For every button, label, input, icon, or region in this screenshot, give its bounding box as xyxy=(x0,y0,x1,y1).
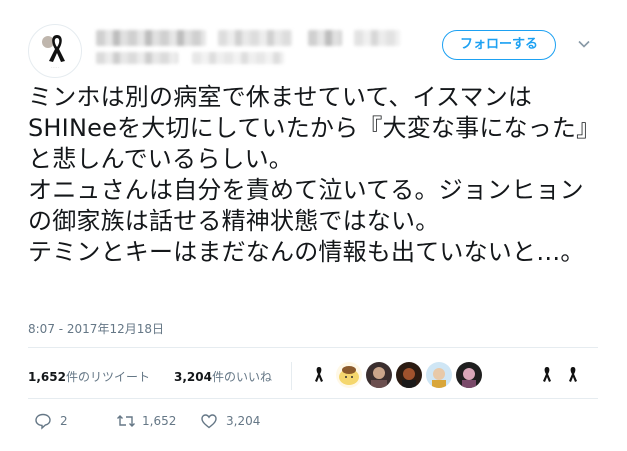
tweet-timestamp[interactable]: 8:07 - 2017年12月18日 xyxy=(28,320,164,337)
retweet-button[interactable]: 1,652 xyxy=(116,410,186,432)
photo-avatar-icon xyxy=(396,362,422,388)
liker-avatar[interactable] xyxy=(426,362,452,388)
tweet-text: ミンホは別の病室で休ませていて、イスマンはSHINeeを大切にしていたから『大変… xyxy=(28,83,601,266)
liker-avatar[interactable] xyxy=(366,362,392,388)
stats-separator xyxy=(291,362,292,390)
avatar-caption: · · · · · xyxy=(50,65,60,69)
retweets-stat[interactable]: 1,652件のリツイート xyxy=(28,368,150,385)
likes-stat-label: 件のいいね xyxy=(211,370,272,384)
pudding-character-icon xyxy=(336,362,362,388)
mourning-ribbon-icon xyxy=(306,362,332,388)
reply-count: 2 xyxy=(60,414,68,428)
author-name-blurred[interactable] xyxy=(92,30,402,66)
retweet-count: 1,652 xyxy=(142,414,177,428)
liker-avatar[interactable] xyxy=(336,362,362,388)
reply-button[interactable]: 2 xyxy=(34,410,84,432)
divider xyxy=(28,347,598,348)
liker-avatar[interactable] xyxy=(560,362,586,388)
photo-avatar-icon xyxy=(366,362,392,388)
tweet-header: · · · · · フォローする xyxy=(28,24,608,80)
liker-avatar[interactable] xyxy=(306,362,332,388)
retweets-stat-count: 1,652 xyxy=(28,370,66,384)
likes-stat[interactable]: 3,204件のいいね xyxy=(174,368,272,385)
follow-button[interactable]: フォローする xyxy=(442,30,556,60)
mourning-ribbon-icon xyxy=(560,362,586,388)
photo-avatar-icon xyxy=(456,362,482,388)
divider xyxy=(28,398,598,399)
mourning-ribbon-icon xyxy=(42,35,65,62)
liker-avatar[interactable] xyxy=(456,362,482,388)
retweet-icon xyxy=(117,415,135,427)
chevron-down-icon[interactable] xyxy=(576,36,592,52)
retweets-stat-label: 件のリツイート xyxy=(65,370,150,384)
author-avatar[interactable]: · · · · · xyxy=(28,24,82,78)
liker-avatar[interactable] xyxy=(534,362,560,388)
reply-icon xyxy=(35,413,51,430)
likes-stat-count: 3,204 xyxy=(174,370,212,384)
mourning-ribbon-icon xyxy=(534,362,560,388)
heart-icon xyxy=(201,414,217,429)
photo-avatar-icon xyxy=(426,362,452,388)
like-button[interactable]: 3,204 xyxy=(200,410,270,432)
liker-avatar[interactable] xyxy=(396,362,422,388)
like-count: 3,204 xyxy=(226,414,261,428)
